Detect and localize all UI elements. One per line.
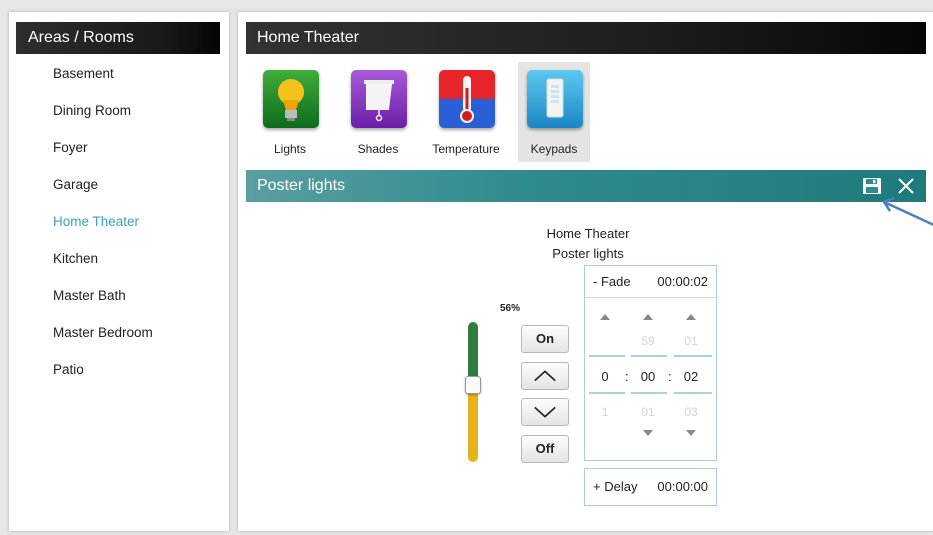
room-item-master-bedroom[interactable]: Master Bedroom	[53, 321, 153, 358]
divider	[674, 392, 712, 394]
fade-label: - Fade	[593, 274, 631, 289]
divider	[674, 355, 712, 357]
category-label: Shades	[357, 142, 399, 156]
category-shades[interactable]: Shades	[342, 62, 414, 162]
close-icon[interactable]	[896, 176, 916, 196]
room-item-master-bath[interactable]: Master Bath	[53, 284, 153, 321]
areas-header: Areas / Rooms	[16, 22, 220, 54]
fade-header[interactable]: - Fade 00:00:02	[585, 266, 716, 298]
divider	[631, 355, 667, 357]
thermometer-icon	[439, 70, 495, 128]
level-slider[interactable]	[465, 322, 481, 464]
seconds-value[interactable]: 02	[673, 369, 709, 384]
room-item-foyer[interactable]: Foyer	[53, 136, 153, 173]
hours-value[interactable]: 0	[587, 369, 623, 384]
device-header: Poster lights	[246, 170, 926, 202]
delay-label: + Delay	[593, 479, 638, 494]
colon-separator: :	[668, 369, 672, 384]
off-button[interactable]: Off	[521, 435, 569, 463]
chevron-down-icon	[534, 406, 556, 418]
room-item-garage[interactable]: Garage	[53, 173, 153, 210]
room-list: Basement Dining Room Foyer Garage Home T…	[53, 62, 153, 395]
device-room-label: Home Theater	[546, 226, 630, 241]
areas-panel: Areas / Rooms Basement Dining Room Foyer…	[9, 12, 229, 531]
colon-separator: :	[625, 369, 629, 384]
room-item-home-theater[interactable]: Home Theater	[53, 210, 153, 247]
minutes-down-icon[interactable]	[643, 430, 653, 438]
slider-track-upper	[468, 322, 478, 384]
slider-thumb[interactable]	[465, 376, 481, 394]
device-name-label: Poster lights	[552, 246, 624, 261]
room-item-dining-room[interactable]: Dining Room	[53, 99, 153, 136]
fade-value: 00:00:02	[657, 274, 708, 289]
minutes-prev-value: 59	[641, 334, 655, 348]
divider	[631, 392, 667, 394]
hours-next-value: 1	[601, 405, 609, 419]
slider-track-lower	[468, 384, 478, 462]
category-lights[interactable]: Lights	[254, 62, 326, 162]
category-keypads[interactable]: Keypads	[518, 62, 590, 162]
seconds-next-value: 03	[684, 405, 698, 419]
keypad-icon	[527, 70, 583, 128]
room-item-patio[interactable]: Patio	[53, 358, 153, 395]
category-label: Keypads	[530, 142, 578, 156]
room-item-kitchen[interactable]: Kitchen	[53, 247, 153, 284]
divider	[589, 355, 625, 357]
category-label: Lights	[273, 142, 307, 156]
device-header-title: Poster lights	[257, 177, 346, 194]
on-button[interactable]: On	[521, 325, 569, 353]
level-percent: 56%	[500, 303, 521, 314]
room-panel: Home Theater Lights Shades Temperature K…	[238, 12, 933, 531]
shades-icon	[351, 70, 407, 128]
raise-button[interactable]	[521, 362, 569, 390]
delay-value: 00:00:00	[657, 479, 708, 494]
minutes-value[interactable]: 00	[630, 369, 666, 384]
category-temperature[interactable]: Temperature	[430, 62, 502, 162]
seconds-prev-value: 01	[684, 334, 698, 348]
room-item-basement[interactable]: Basement	[53, 62, 153, 99]
save-icon[interactable]	[862, 176, 882, 196]
room-title: Home Theater	[246, 22, 926, 54]
seconds-up-icon[interactable]	[686, 312, 696, 320]
minutes-up-icon[interactable]	[643, 312, 653, 320]
lower-button[interactable]	[521, 398, 569, 426]
fade-time-picker: - Fade 00:00:02 59 01 0 : 00 : 02 1 01 0…	[584, 265, 717, 461]
light-bulb-icon	[263, 70, 319, 128]
minutes-next-value: 01	[641, 405, 655, 419]
category-label: Temperature	[432, 142, 500, 156]
hours-up-icon[interactable]	[600, 312, 610, 320]
chevron-up-icon	[534, 370, 556, 382]
divider	[589, 392, 625, 394]
seconds-down-icon[interactable]	[686, 430, 696, 438]
delay-field[interactable]: + Delay 00:00:00	[584, 468, 717, 506]
